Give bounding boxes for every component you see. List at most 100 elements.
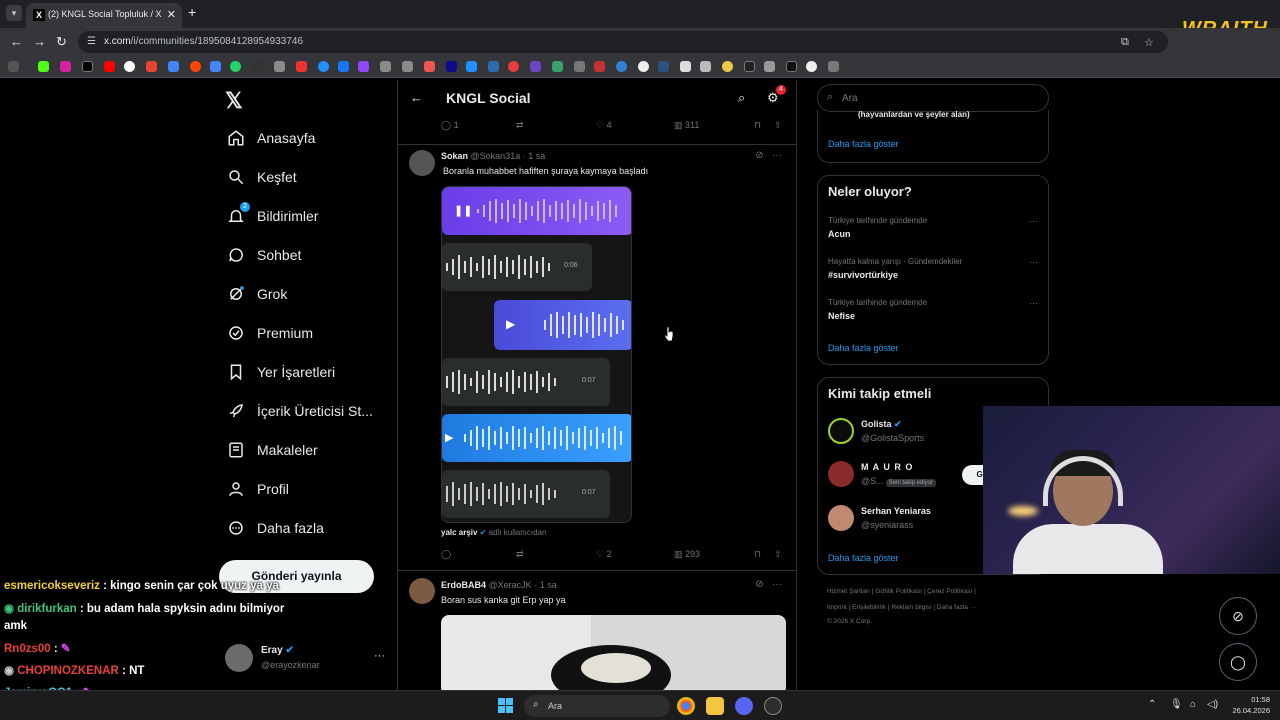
show-more-link[interactable]: Daha fazla göster xyxy=(828,553,899,563)
install-icon[interactable]: ⧉ xyxy=(1121,36,1129,49)
bookmark-icon[interactable] xyxy=(424,61,435,72)
network-icon[interactable]: ⌂ xyxy=(1190,699,1196,710)
wtf-name[interactable]: M A U R O xyxy=(861,462,913,472)
retweet-button[interactable]: ⇄ xyxy=(516,549,524,560)
bookmark-kick-icon[interactable] xyxy=(38,61,49,72)
avatar[interactable] xyxy=(828,461,854,487)
grok-fab-icon[interactable]: ⊘ xyxy=(1219,597,1257,635)
bookmark-whatsapp-icon[interactable] xyxy=(230,61,241,72)
bookmark-icon[interactable] xyxy=(638,61,649,72)
share-button[interactable]: ⇧ xyxy=(774,120,782,131)
nav-item-articles[interactable]: Makaleler xyxy=(225,435,318,465)
back-arrow-icon[interactable]: ← xyxy=(410,90,423,105)
tweet-media[interactable] xyxy=(441,615,786,690)
bookmark-icon[interactable] xyxy=(446,61,457,72)
bookmark-icon[interactable] xyxy=(658,61,669,72)
nav-item-grok[interactable]: Grok xyxy=(225,279,287,309)
more-horizontal-icon[interactable]: ··· xyxy=(772,150,782,161)
more-horizontal-icon[interactable]: ··· xyxy=(772,579,782,590)
more-horizontal-icon[interactable]: ··· xyxy=(1029,216,1038,226)
bookmark-icon[interactable] xyxy=(402,61,413,72)
show-more-link[interactable]: Daha fazla göster xyxy=(828,139,899,149)
x-logo-icon[interactable]: 𝕏 xyxy=(225,88,243,114)
discord-icon[interactable] xyxy=(735,697,753,715)
like-button[interactable]: ♡ 4 xyxy=(596,120,612,131)
bookmark-reddit-icon[interactable] xyxy=(190,61,201,72)
trend-item[interactable]: #survivortürkiye xyxy=(828,270,898,280)
avatar[interactable] xyxy=(828,505,854,531)
bookmark-gmail-icon[interactable] xyxy=(146,61,157,72)
grok-icon[interactable]: ⊘ xyxy=(755,150,763,161)
avatar[interactable] xyxy=(828,418,854,444)
bookmark-google-icon[interactable] xyxy=(124,61,135,72)
nav-item-premium[interactable]: Premium xyxy=(225,318,313,348)
bookmark-icon[interactable] xyxy=(252,61,263,72)
footer-links[interactable]: Hizmet Şartları | Gizlilik Politikası | … xyxy=(827,588,976,595)
tweet-author-handle[interactable]: @Sokan31a xyxy=(471,151,521,161)
tab-close-icon[interactable]: ✕ xyxy=(167,8,176,21)
bookmark-icon[interactable] xyxy=(764,61,775,72)
bookmark-icon[interactable] xyxy=(318,61,329,72)
bookmark-icon[interactable] xyxy=(700,61,711,72)
tweet-author-handle[interactable]: @XeracJK xyxy=(489,580,532,590)
taskbar-clock[interactable]: 01:58 26.04.2026 xyxy=(1226,694,1270,716)
search-input[interactable]: ⌕ Ara xyxy=(817,84,1049,112)
chevron-up-icon[interactable]: ⌃ xyxy=(1148,699,1156,710)
tweet-time[interactable]: 1 sa xyxy=(528,151,545,161)
bookmark-icon[interactable] xyxy=(296,61,307,72)
reload-icon[interactable]: ↻ xyxy=(56,34,67,50)
nav-item-creator-studio[interactable]: İçerik Üreticisi St... xyxy=(225,396,373,426)
bookmark-instagram-icon[interactable] xyxy=(60,61,71,72)
bookmark-facebook-icon[interactable] xyxy=(338,61,349,72)
bookmark-icon[interactable] xyxy=(594,61,605,72)
bookmark-star-icon[interactable]: ☆ xyxy=(1144,36,1154,49)
search-icon[interactable]: ⌕ xyxy=(738,90,745,106)
apps-icon[interactable] xyxy=(8,61,19,72)
app-icon[interactable] xyxy=(764,697,782,715)
tweet-author-name[interactable]: ErdoBAB4 xyxy=(441,580,486,590)
bookmark-icon[interactable] xyxy=(574,61,585,72)
bookmark-icon[interactable] xyxy=(722,61,733,72)
footer-links[interactable]: Imprint | Erişilebilirlik | Reklam bilgi… xyxy=(827,604,976,611)
show-more-link[interactable]: Daha fazla göster xyxy=(828,343,899,353)
wtf-name[interactable]: Serhan Yeniaras xyxy=(861,506,931,516)
new-tab-button[interactable]: + xyxy=(188,4,196,20)
reply-button[interactable]: ◯ xyxy=(441,549,451,560)
forward-icon[interactable]: → xyxy=(33,34,46,49)
windows-start-icon[interactable] xyxy=(498,698,514,714)
media-attribution[interactable]: yalc arşiv ✔ adlı kullanıcıdan xyxy=(441,528,546,537)
chrome-icon[interactable] xyxy=(677,697,695,715)
more-horizontal-icon[interactable]: ··· xyxy=(1029,298,1038,308)
address-bar[interactable]: ☰ x.com/i/communities/189508412895493374… xyxy=(78,31,1168,53)
bookmark-icon[interactable] xyxy=(530,61,541,72)
back-icon[interactable]: ← xyxy=(10,34,23,49)
nav-item-bookmarks[interactable]: Yer İşaretleri xyxy=(225,357,335,387)
bookmark-twitch-icon[interactable] xyxy=(358,61,369,72)
bookmark-translate-icon[interactable] xyxy=(210,61,221,72)
tweet-time[interactable]: 1 sa xyxy=(540,580,557,590)
nav-item-more[interactable]: Daha fazla xyxy=(225,513,324,543)
tweet-author-name[interactable]: Sokan xyxy=(441,151,468,161)
bookmark-x-icon[interactable] xyxy=(82,61,93,72)
share-button[interactable]: ⇧ xyxy=(774,549,782,560)
trend-item[interactable]: Acun xyxy=(828,229,851,239)
retweet-button[interactable]: ⇄ xyxy=(516,120,524,131)
bookmark-icon[interactable] xyxy=(552,61,563,72)
bookmark-icon[interactable] xyxy=(168,61,179,72)
bookmark-icon[interactable] xyxy=(744,61,755,72)
nav-item-notifications[interactable]: 2 Bildirimler xyxy=(225,201,318,231)
more-horizontal-icon[interactable]: ··· xyxy=(374,650,385,662)
bookmark-icon[interactable] xyxy=(508,61,519,72)
tweet-media[interactable]: ❚❚ 0:06 ▶ 0:07 ▶ 0:07 xyxy=(441,186,632,523)
bookmark-icon[interactable] xyxy=(274,61,285,72)
more-horizontal-icon[interactable]: ··· xyxy=(1029,257,1038,267)
nav-item-chat[interactable]: Sohbet xyxy=(225,240,301,270)
avatar[interactable] xyxy=(409,150,435,176)
bookmark-icon[interactable] xyxy=(488,61,499,72)
bookmark-icon[interactable] xyxy=(380,61,391,72)
nav-item-explore[interactable]: Keşfet xyxy=(225,162,297,192)
bookmark-icon[interactable] xyxy=(616,61,627,72)
site-info-icon[interactable]: ☰ xyxy=(87,36,99,48)
bookmark-icon[interactable] xyxy=(806,61,817,72)
nav-item-home[interactable]: Anasayfa xyxy=(225,123,315,153)
